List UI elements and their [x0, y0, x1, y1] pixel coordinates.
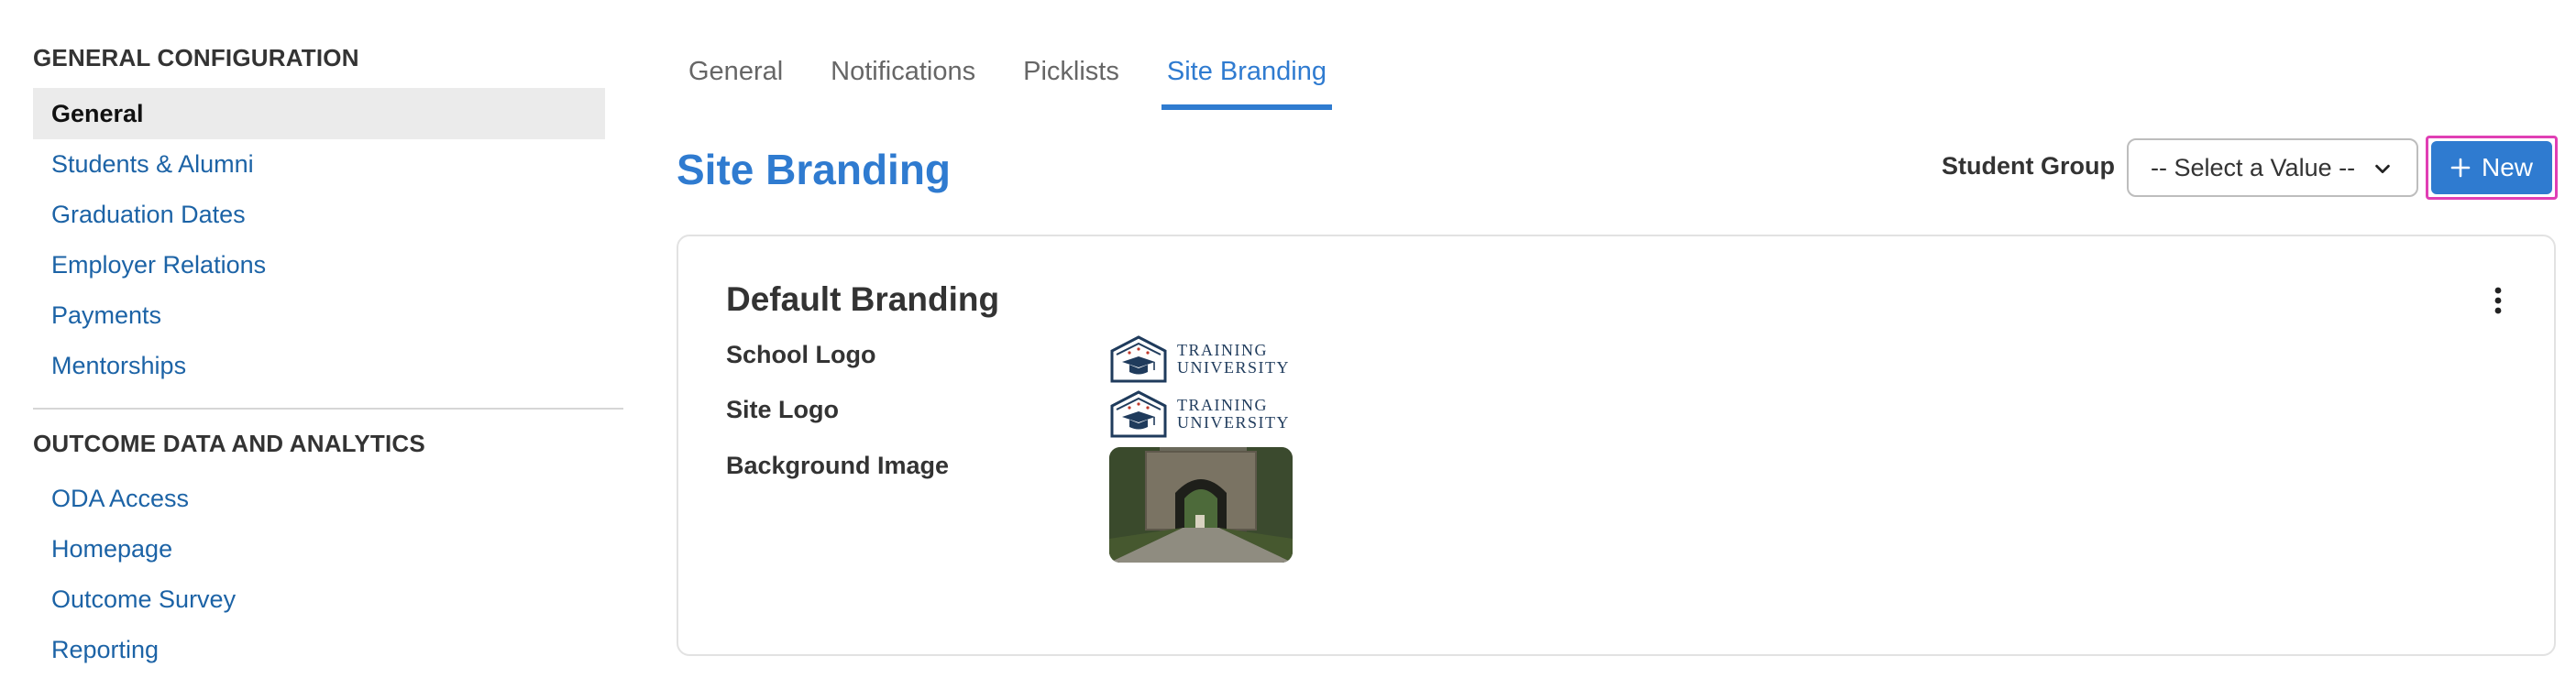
tab-site-branding[interactable]: Site Branding — [1161, 53, 1332, 110]
site-logo-image: TRAINING UNIVERSITY — [1109, 388, 1302, 440]
sidebar-item-mentorships[interactable]: Mentorships — [33, 340, 605, 391]
background-image-label: Background Image — [726, 452, 950, 479]
new-branding-button[interactable]: New — [2431, 141, 2552, 194]
plus-icon — [2450, 158, 2471, 178]
kebab-menu-icon[interactable] — [2492, 286, 2504, 315]
tab-general[interactable]: General — [683, 53, 788, 103]
tab-bar: General Notifications Picklists Site Bra… — [683, 53, 1369, 110]
sidebar-item-label: Employer Relations — [51, 250, 267, 279]
sidebar-item-label: ODA Access — [51, 484, 190, 512]
student-group-label: Student Group — [1942, 152, 2115, 180]
site-logo-label: Site Logo — [726, 396, 839, 423]
sidebar-heading-general-configuration: GENERAL CONFIGURATION — [33, 44, 359, 71]
logo-text-line1: TRAINING — [1177, 396, 1268, 414]
logo-text-line1: TRAINING — [1177, 341, 1268, 359]
sidebar-heading-outcome-data: OUTCOME DATA AND ANALYTICS — [33, 430, 425, 457]
select-value: -- Select a Value -- — [2151, 153, 2356, 181]
page-title: Site Branding — [677, 146, 952, 193]
sidebar-item-general[interactable]: General — [33, 88, 605, 139]
sidebar-item-oda-access[interactable]: ODA Access — [33, 473, 605, 524]
tab-notifications[interactable]: Notifications — [825, 53, 981, 103]
school-logo-label: School Logo — [726, 341, 876, 368]
student-group-select[interactable]: -- Select a Value -- — [2127, 138, 2418, 197]
sidebar-item-label: Students & Alumni — [51, 149, 254, 178]
sidebar-item-employer-relations[interactable]: Employer Relations — [33, 239, 605, 290]
tab-picklists[interactable]: Picklists — [1018, 53, 1125, 103]
sidebar-item-label: General — [51, 99, 144, 127]
new-button-label: New — [2481, 153, 2533, 181]
sidebar-item-outcome-survey[interactable]: Outcome Survey — [33, 574, 605, 625]
sidebar-item-label: Homepage — [51, 534, 173, 563]
graduation-cap-icon — [1110, 335, 1167, 383]
sidebar-item-students-alumni[interactable]: Students & Alumni — [33, 138, 605, 190]
branding-card: Default Branding School Logo TRAINING UN… — [677, 235, 2556, 656]
school-logo-image: TRAINING UNIVERSITY — [1109, 334, 1302, 385]
campus-archway-image — [1109, 447, 1293, 563]
sidebar-item-graduation-dates[interactable]: Graduation Dates — [33, 189, 605, 240]
sidebar-item-label: Outcome Survey — [51, 585, 237, 613]
sidebar-item-label: Graduation Dates — [51, 200, 246, 228]
sidebar-item-reporting[interactable]: Reporting — [33, 624, 605, 675]
sidebar-item-label: Mentorships — [51, 351, 187, 379]
graduation-cap-icon — [1110, 390, 1167, 438]
sidebar-divider — [33, 408, 623, 410]
sidebar-item-label: Reporting — [51, 635, 160, 663]
background-image-thumbnail — [1109, 447, 1293, 563]
sidebar-item-label: Payments — [51, 301, 162, 329]
sidebar-item-homepage[interactable]: Homepage — [33, 523, 605, 574]
logo-text-line2: UNIVERSITY — [1177, 358, 1290, 377]
chevron-down-icon — [2375, 164, 2390, 174]
sidebar-item-payments[interactable]: Payments — [33, 290, 605, 341]
logo-text-line2: UNIVERSITY — [1177, 413, 1290, 432]
card-title: Default Branding — [726, 280, 1000, 318]
